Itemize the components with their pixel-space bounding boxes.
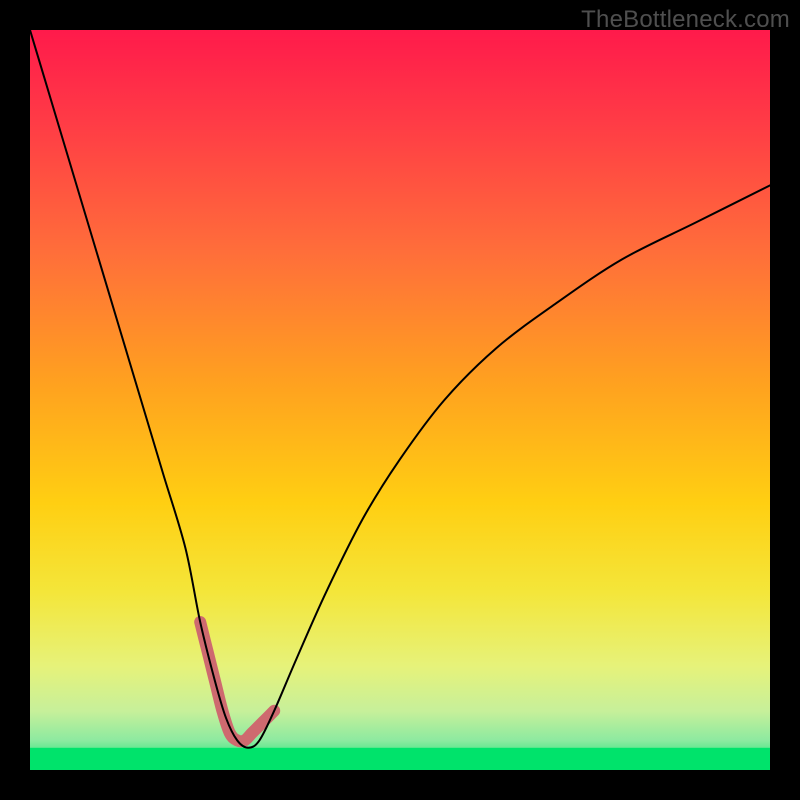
chart-stage: TheBottleneck.com — [0, 0, 800, 800]
green-band — [30, 748, 770, 770]
plot-area — [30, 30, 770, 770]
chart-svg — [30, 30, 770, 770]
